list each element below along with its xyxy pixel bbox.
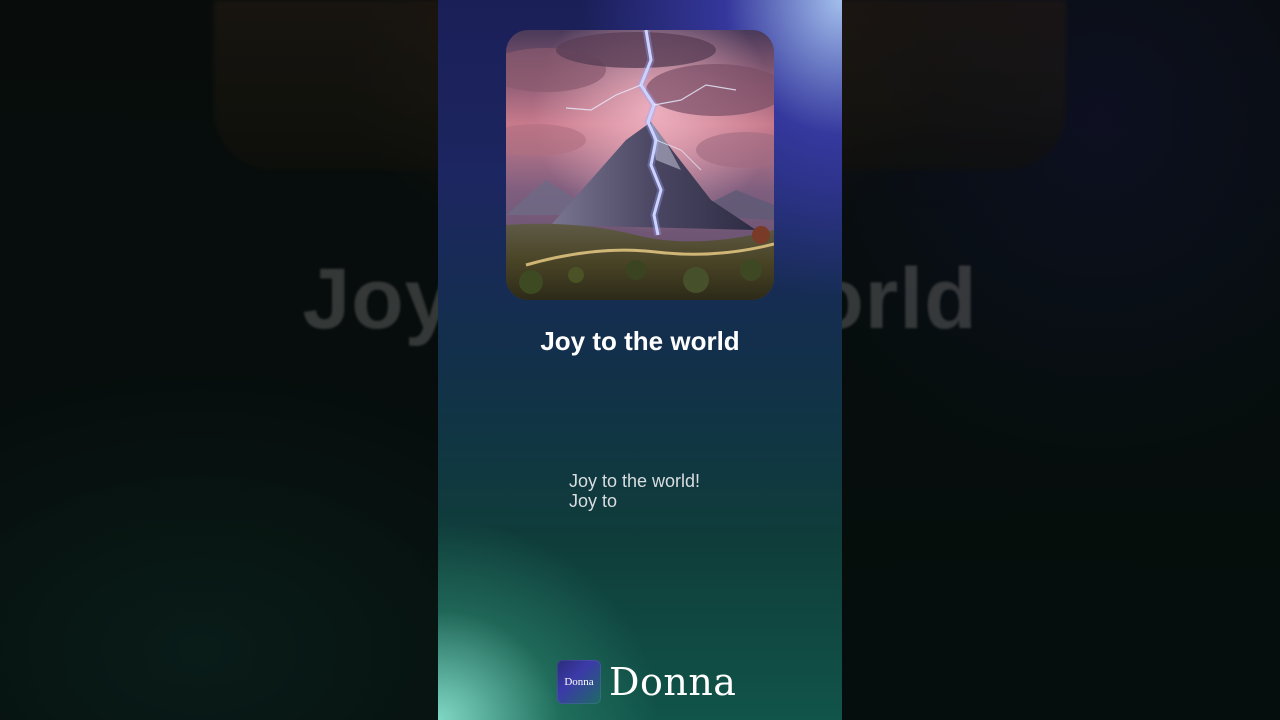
mountain-lightning-artwork bbox=[506, 30, 774, 300]
song-title: Joy to the world bbox=[540, 326, 740, 356]
logo-text: Donna bbox=[564, 676, 594, 688]
player-panel: Joy to the world Joy to the world! Joy t… bbox=[438, 0, 842, 720]
lyrics-block: Joy to the world! Joy to bbox=[569, 471, 700, 511]
video-frame: Joy to the world bbox=[0, 0, 1280, 720]
brand-name: Donna bbox=[609, 660, 737, 704]
lyric-line: Joy to the world! bbox=[569, 471, 701, 491]
cover-art bbox=[506, 30, 774, 300]
donna-logo-icon: Donna bbox=[557, 660, 601, 704]
lyric-line: Joy to bbox=[569, 491, 618, 511]
brand-watermark: Donna Donna bbox=[557, 660, 736, 704]
